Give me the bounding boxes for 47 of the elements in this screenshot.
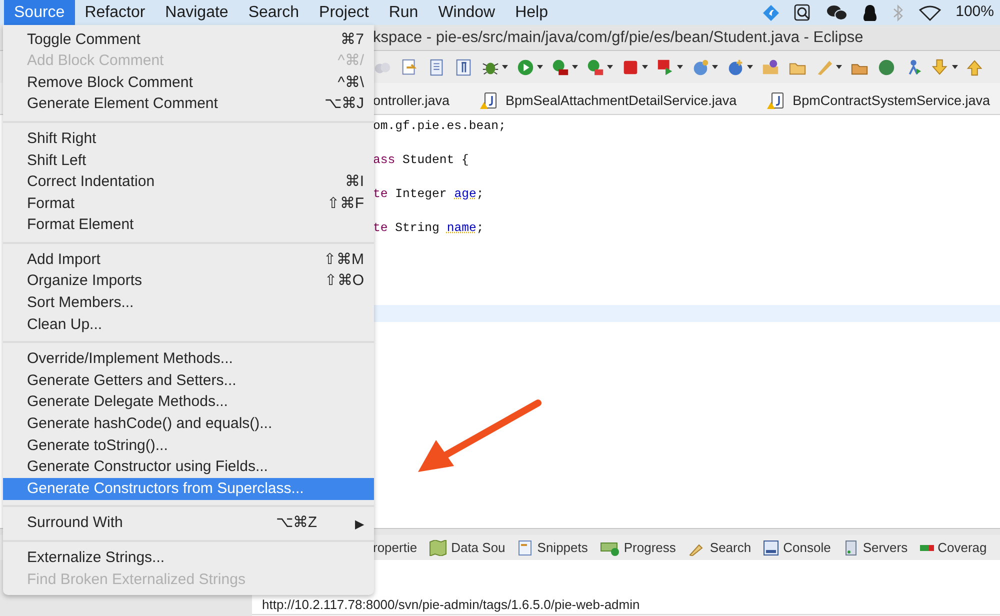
menu-item[interactable]: Override/Implement Methods... bbox=[3, 348, 374, 370]
editor-tab[interactable]: BpmSealAttachmentDetailService.java bbox=[480, 90, 737, 111]
menu-item[interactable]: Generate Getters and Setters... bbox=[3, 370, 374, 392]
menu-item[interactable]: Toggle Comment ⌘7 bbox=[3, 29, 374, 51]
menu-item[interactable]: Surround With ⌥⌘Z ▶ bbox=[3, 512, 374, 534]
menu-item[interactable]: Sort Members... bbox=[3, 292, 374, 314]
panel-tab[interactable]: Servers bbox=[842, 538, 908, 558]
panel-tab[interactable]: Console bbox=[763, 538, 831, 558]
menu-item[interactable]: Externalize Strings... bbox=[3, 547, 374, 570]
menu-item[interactable]: Remove Block Comment ^⌘\ bbox=[3, 72, 374, 94]
menu-bar-item[interactable]: Project bbox=[309, 0, 379, 25]
menu-bar-item[interactable]: Refactor bbox=[74, 0, 156, 25]
panel-tab[interactable]: Snippets bbox=[517, 538, 588, 558]
menu-item[interactable]: Correct Indentation ⌘I bbox=[3, 172, 374, 194]
menu-item[interactable]: Format ⇧⌘F bbox=[3, 193, 374, 215]
panel-tab[interactable]: Search bbox=[688, 538, 752, 558]
menu-item[interactable]: Add Import ⇧⌘M bbox=[3, 249, 374, 271]
menu-item[interactable]: Clean Up... bbox=[3, 314, 374, 336]
menu-item[interactable]: Generate toString()... bbox=[3, 435, 374, 457]
menu-item[interactable]: Format Element bbox=[3, 214, 374, 236]
menu-bar-item[interactable]: Help bbox=[505, 0, 558, 25]
menu-bar-item[interactable]: Search bbox=[238, 0, 310, 25]
repository-url: http://10.2.117.78:8000/svn/pie-admin/tags/1.6.5.0/pie-web-admin bbox=[262, 596, 640, 614]
menu-bar-item[interactable]: Run bbox=[378, 0, 428, 25]
code-line: om.gf.pie.es.bean; bbox=[373, 118, 506, 135]
menu-item[interactable]: Generate Element Comment ⌥⌘J bbox=[3, 94, 374, 116]
menu-item[interactable]: Generate Constructor using Fields... bbox=[3, 456, 374, 478]
editor-tab[interactable]: ontroller.java bbox=[373, 90, 450, 111]
menu-item[interactable]: Generate hashCode() and equals()... bbox=[3, 414, 374, 436]
editor-tab[interactable]: BpmContractSystemService.java bbox=[766, 90, 990, 111]
menu-item[interactable]: Generate Delegate Methods... bbox=[3, 392, 374, 414]
panel-tab[interactable]: Progress bbox=[600, 538, 676, 558]
panel-tab[interactable]: Data Sou bbox=[429, 538, 506, 558]
menu-item[interactable]: Organize Imports ⇧⌘O bbox=[3, 270, 374, 293]
menu-bar-item[interactable]: Source bbox=[4, 0, 75, 25]
code-line: te Integer age; bbox=[373, 186, 484, 203]
menu-item[interactable]: Shift Right bbox=[3, 128, 374, 150]
menu-item[interactable]: Shift Left bbox=[3, 150, 374, 172]
panel-tab[interactable]: Coverag bbox=[920, 538, 987, 558]
battery-percentage: 100% bbox=[956, 2, 994, 22]
menu-bar-item[interactable]: Navigate bbox=[155, 0, 238, 25]
window-title: kspace - pie-es/src/main/java/com/gf/pie/es/bean/Student.java - Eclipse bbox=[373, 28, 864, 48]
panel-tab[interactable]: ropertie bbox=[373, 538, 418, 558]
code-line: ass Student { bbox=[373, 152, 469, 169]
menu-bar-item[interactable]: Window bbox=[428, 0, 506, 25]
code-line: te String name; bbox=[373, 220, 484, 237]
menu-item[interactable]: Generate Constructors from Superclass... bbox=[3, 478, 374, 500]
